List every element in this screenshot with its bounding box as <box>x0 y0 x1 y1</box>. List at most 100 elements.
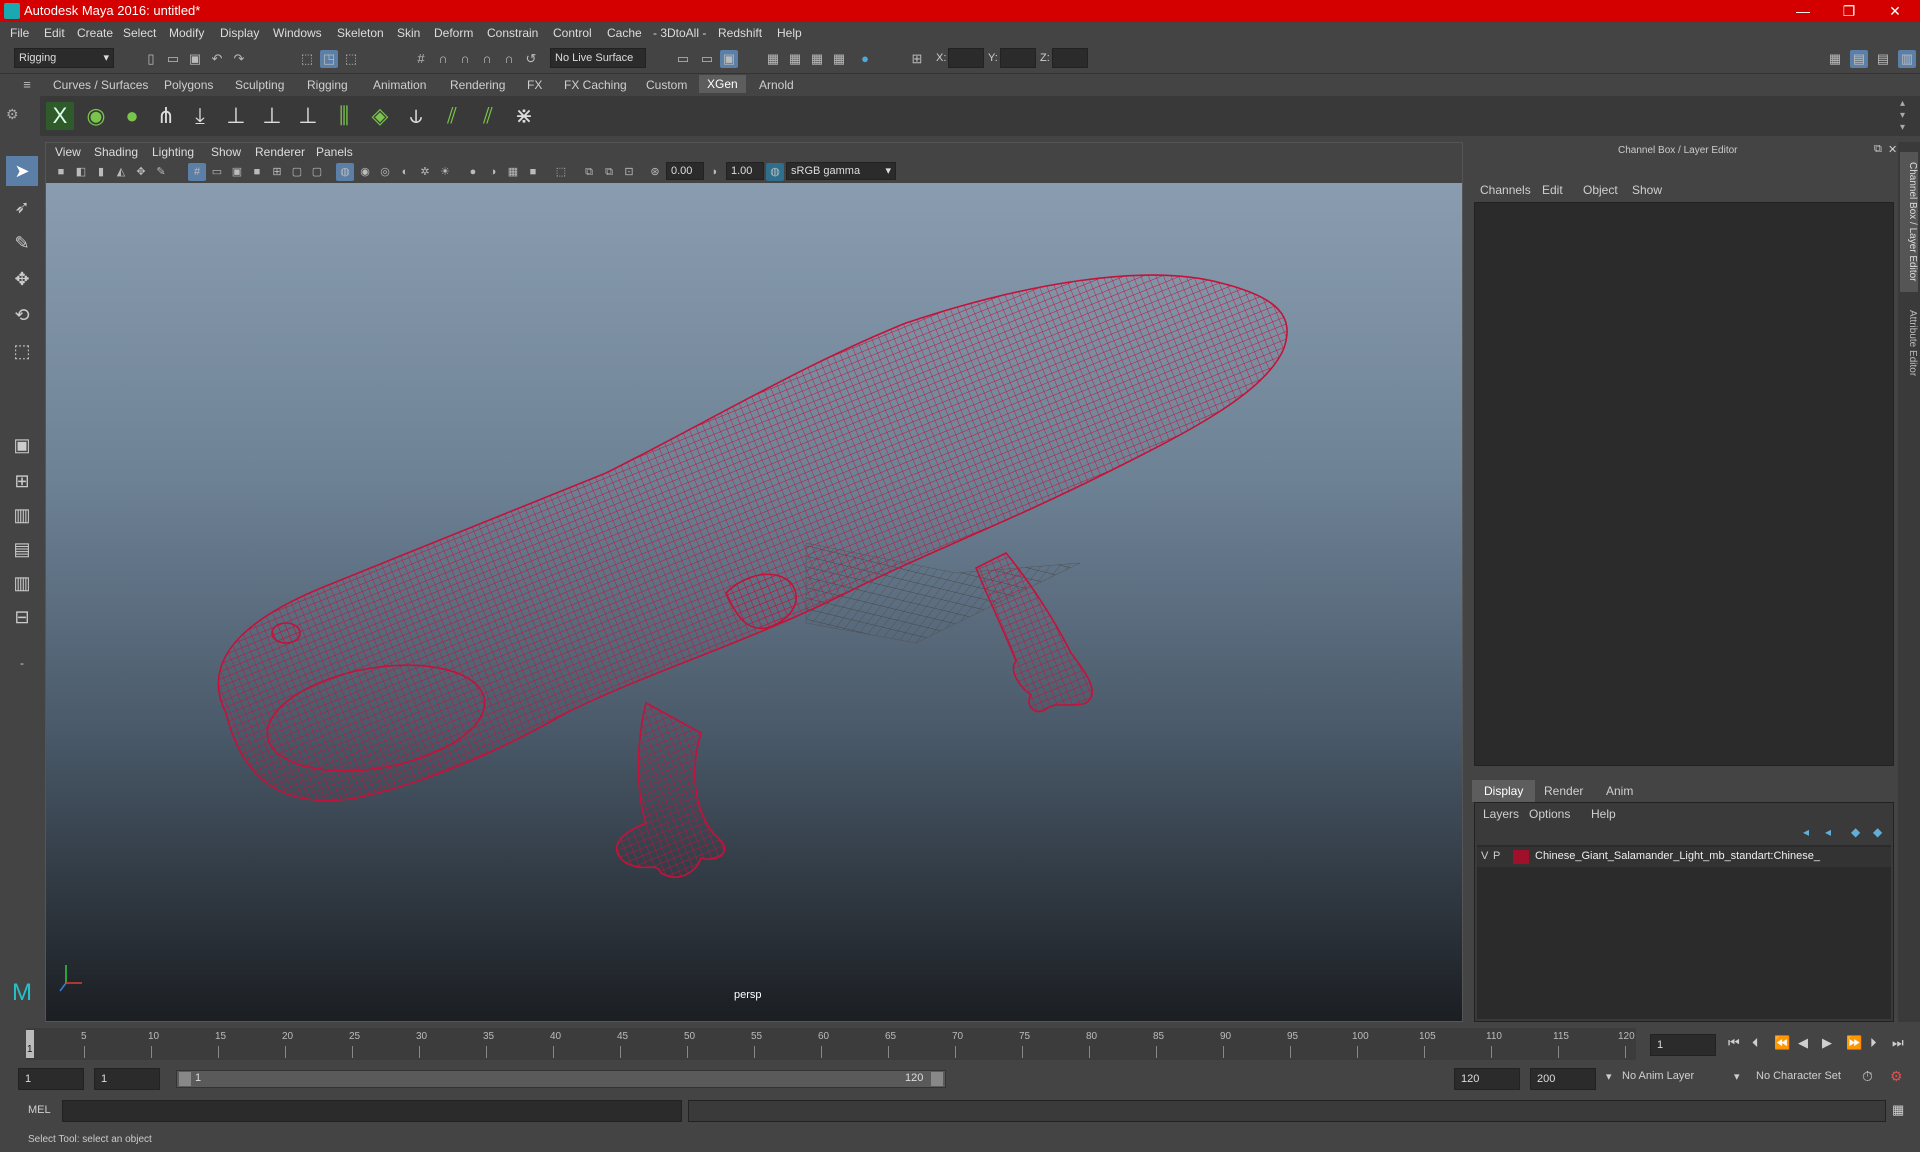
chevron-down-icon[interactable]: ▾ <box>1606 1070 1612 1083</box>
step-back-key-icon[interactable]: ⏪ <box>1774 1035 1790 1051</box>
time-ruler[interactable]: 1 5 10 15 20 25 30 35 40 45 50 55 60 65 … <box>26 1028 1636 1060</box>
film-gate-icon[interactable]: ▭ <box>208 163 226 181</box>
wireframe-on-shaded-icon[interactable]: ◎ <box>376 163 394 181</box>
safe-action-icon[interactable]: ▢ <box>288 163 306 181</box>
single-view-layout-icon[interactable]: ▣ <box>6 430 38 460</box>
camera-attributes-icon[interactable]: ◧ <box>72 163 90 181</box>
time-slider[interactable]: 1 5 10 15 20 25 30 35 40 45 50 55 60 65 … <box>0 1026 1920 1064</box>
rotate-tool-icon[interactable]: ⟲ <box>6 300 38 330</box>
safe-title-icon[interactable]: ▢ <box>308 163 326 181</box>
xgen-brush-icon[interactable]: ⫽ <box>438 102 466 130</box>
shelf-settings-icon[interactable]: ⚙ <box>6 106 19 123</box>
use-all-lights-icon[interactable]: ✲ <box>416 163 434 181</box>
3d-viewport[interactable]: persp <box>46 183 1462 1021</box>
go-to-end-icon[interactable]: ⏭ <box>1892 1035 1904 1051</box>
animation-end-field[interactable]: 200 <box>1530 1068 1596 1090</box>
chevron-down-icon[interactable]: ▾ <box>1734 1070 1740 1083</box>
motion-blur-icon[interactable]: ◑ <box>484 163 502 181</box>
tab-fx-caching[interactable]: FX Caching <box>564 78 627 92</box>
resolution-gate-icon[interactable]: ▣ <box>228 163 246 181</box>
channel-box-area[interactable] <box>1474 202 1894 766</box>
menu-skin[interactable]: Skin <box>397 26 420 40</box>
layer-menu-options[interactable]: Options <box>1529 807 1570 821</box>
step-back-frame-icon[interactable]: ⏴ <box>1752 1035 1759 1051</box>
side-tab-attribute-editor[interactable]: Attribute Editor <box>1900 298 1918 388</box>
new-layer-selected-icon[interactable]: ◆ <box>1873 825 1882 839</box>
tab-display[interactable]: Display <box>1472 780 1536 802</box>
save-scene-icon[interactable]: ▣ <box>186 50 204 68</box>
exposure-field[interactable]: 0.00 <box>666 162 704 180</box>
exposure-icon[interactable]: ⊛ <box>646 163 664 181</box>
menu-edit[interactable]: Edit <box>44 26 65 40</box>
y-field[interactable] <box>1000 48 1036 68</box>
image-plane-icon[interactable]: ◭ <box>112 163 130 181</box>
xgen-layer-icon[interactable]: ◈ <box>366 102 394 130</box>
tool-settings-icon[interactable]: ▤ <box>1874 50 1892 68</box>
close-button[interactable]: ✕ <box>1872 0 1918 22</box>
bookmark-icon[interactable]: ▮ <box>92 163 110 181</box>
command-input[interactable] <box>62 1100 682 1122</box>
make-live-icon[interactable]: ↺ <box>522 50 540 68</box>
select-component-icon[interactable]: ⬚ <box>342 50 360 68</box>
xray-joints-icon[interactable]: ⧉ <box>600 163 618 181</box>
menu-constrain[interactable]: Constrain <box>487 26 538 40</box>
playback-end-field[interactable]: 120 <box>1454 1068 1520 1090</box>
tab-sculpting[interactable]: Sculpting <box>235 78 284 92</box>
animation-start-field[interactable]: 1 <box>18 1068 84 1090</box>
panel-menu-show[interactable]: Show <box>211 145 241 159</box>
mel-label[interactable]: MEL <box>28 1104 51 1116</box>
move-layer-up-icon[interactable]: ◂ <box>1803 825 1809 839</box>
step-forward-key-icon[interactable]: ⏩ <box>1846 1035 1862 1051</box>
xray-icon[interactable]: ⧉ <box>580 163 598 181</box>
tab-render[interactable]: Render <box>1544 784 1583 798</box>
xgen-sculpt-guide-icon[interactable]: ⊥ <box>222 102 250 130</box>
range-bar[interactable]: 1 120 <box>176 1070 946 1088</box>
gate-mask-icon[interactable]: ■ <box>248 163 266 181</box>
play-forwards-icon[interactable]: ▶ <box>1822 1035 1832 1051</box>
live-surface-field[interactable]: No Live Surface <box>550 48 646 68</box>
anti-aliasing-icon[interactable]: ▦ <box>504 163 522 181</box>
camera-icon[interactable]: ■ <box>52 163 70 181</box>
construction-history-icon[interactable]: ▭ <box>698 50 716 68</box>
menu-file[interactable]: File <box>10 26 29 40</box>
menu-cache[interactable]: Cache <box>607 26 642 40</box>
shelf-scroll-icon[interactable]: ▴ ▾ ▾ <box>1900 98 1905 134</box>
menu-deform[interactable]: Deform <box>434 26 473 40</box>
select-object-icon[interactable]: ◳ <box>320 50 338 68</box>
menu-modify[interactable]: Modify <box>169 26 204 40</box>
menu-create[interactable]: Create <box>77 26 113 40</box>
grease-pencil-icon[interactable]: ✎ <box>152 163 170 181</box>
xray-components-icon[interactable]: ⊡ <box>620 163 638 181</box>
wireframe-icon[interactable]: ◍ <box>336 163 354 181</box>
xgen-interactive-groom-icon[interactable]: ⫼ <box>330 102 358 130</box>
2d-pan-zoom-icon[interactable]: ✥ <box>132 163 150 181</box>
range-end-handle[interactable] <box>931 1072 943 1086</box>
float-panel-icon[interactable]: ⧉ <box>1874 143 1882 156</box>
depth-of-field-icon[interactable]: ■ <box>524 163 542 181</box>
xgen-preview-icon[interactable]: ◉ <box>82 102 110 130</box>
auto-key-icon[interactable]: ⏱ <box>1862 1068 1873 1085</box>
textured-icon[interactable]: ◐ <box>396 163 414 181</box>
move-tool-icon[interactable]: ✥ <box>6 264 38 294</box>
field-chart-icon[interactable]: ⊞ <box>268 163 286 181</box>
view-transform-dropdown[interactable]: sRGB gamma ▾ <box>786 162 896 180</box>
character-set-dropdown[interactable]: No Character Set <box>1756 1070 1841 1082</box>
layer-row[interactable]: V P Chinese_Giant_Salamander_Light_mb_st… <box>1477 847 1891 867</box>
new-layer-icon[interactable]: ◆ <box>1851 825 1860 839</box>
render-view-icon[interactable]: ▣ <box>720 50 738 68</box>
tab-curves-surfaces[interactable]: Curves / Surfaces <box>53 78 148 92</box>
menu-control[interactable]: Control <box>553 26 592 40</box>
xgen-splines-icon[interactable]: ⫝ <box>402 102 430 130</box>
shadows-icon[interactable]: ☀ <box>436 163 454 181</box>
layer-menu-layers[interactable]: Layers <box>1483 807 1519 821</box>
cb-menu-show[interactable]: Show <box>1632 183 1662 197</box>
four-view-layout-icon[interactable]: ⊞ <box>6 466 38 496</box>
play-backwards-icon[interactable]: ◀ <box>1798 1035 1808 1051</box>
redo-icon[interactable]: ↷ <box>230 50 248 68</box>
xgen-lock-guide-icon[interactable]: ⊥ <box>294 102 322 130</box>
transform-mode-icon[interactable]: ⊞ <box>908 50 926 68</box>
screen-space-ao-icon[interactable]: ● <box>464 163 482 181</box>
paint-select-tool-icon[interactable]: ✎ <box>6 228 38 258</box>
menuset-dropdown[interactable]: Rigging ▾ <box>14 48 114 68</box>
select-hierarchy-icon[interactable]: ⬚ <box>298 50 316 68</box>
